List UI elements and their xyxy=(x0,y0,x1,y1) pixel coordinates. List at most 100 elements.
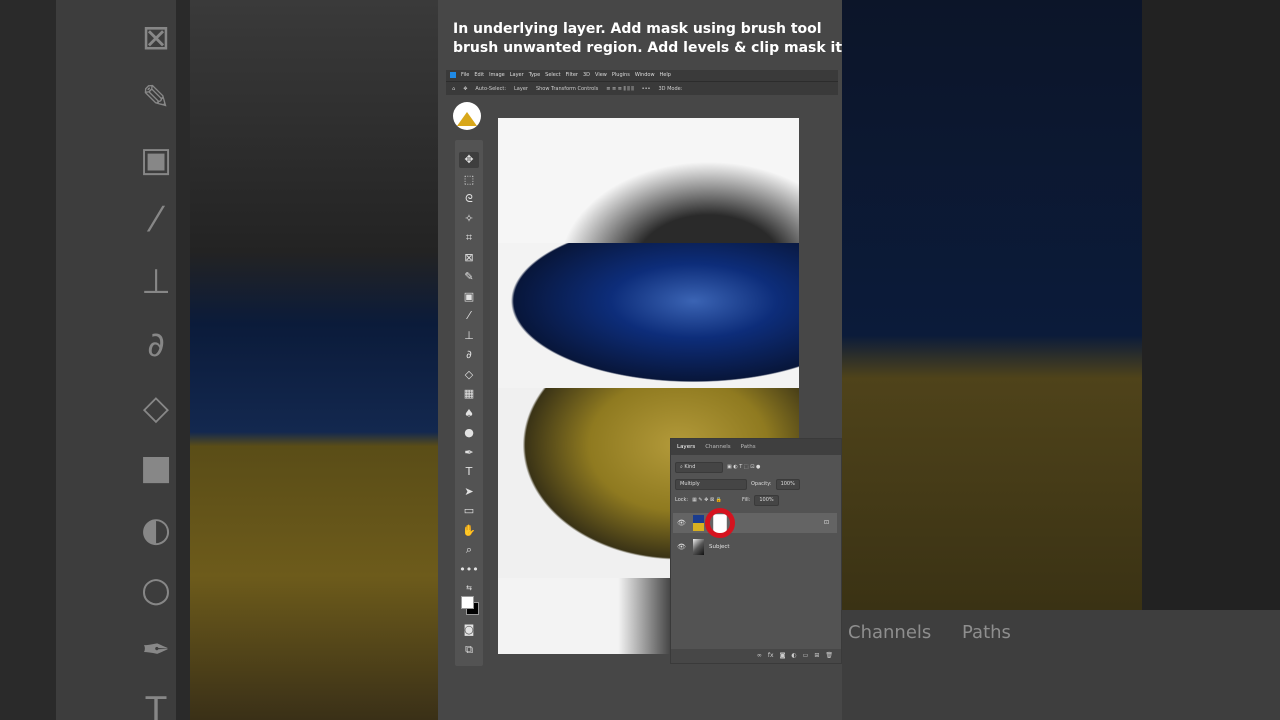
new-group-icon[interactable]: ▭ xyxy=(803,649,809,663)
zoom-icon[interactable]: ⌕ xyxy=(459,542,479,558)
eye-icon[interactable]: 👁 xyxy=(677,537,686,557)
eraser-icon: ◇ xyxy=(142,388,170,428)
healing-icon: ▣ xyxy=(139,140,173,180)
opacity-input[interactable]: 100% xyxy=(775,478,800,490)
blur-icon: ◐ xyxy=(141,510,171,550)
caption-line-2: brush unwanted region. Add levels & clip… xyxy=(453,40,842,56)
layer-row-flag[interactable]: 👁 ⊡ xyxy=(673,508,837,538)
lasso-icon[interactable]: ᘓ xyxy=(459,191,479,207)
layers-panel-tabs: Layers Channels Paths xyxy=(671,439,841,455)
blur-icon[interactable]: ♠ xyxy=(459,406,479,422)
layer-thumbnail xyxy=(693,539,704,555)
more-options-icon[interactable]: ••• xyxy=(642,82,651,95)
adjustment-layer-icon[interactable]: ◐ xyxy=(791,649,796,663)
more-icon[interactable]: ••• xyxy=(459,562,479,578)
auto-select-checkbox[interactable]: Auto-Select: xyxy=(475,82,506,95)
dodge-icon: ○ xyxy=(141,570,171,610)
lock-label: Lock: xyxy=(675,497,689,503)
menu-plugins[interactable]: Plugins xyxy=(612,70,630,81)
frame-icon: ⊠ xyxy=(141,18,171,58)
lock-icons[interactable]: ▦ ✎ ✥ ⊠ 🔒 xyxy=(692,494,722,506)
history-brush-icon: ∂ xyxy=(147,325,165,365)
video-frame: In underlying layer. Add mask using brus… xyxy=(438,0,842,720)
photo-blue-band xyxy=(498,243,799,388)
type-icon: T xyxy=(145,690,167,720)
photoshop-logo-icon xyxy=(450,72,456,78)
background-photo-right xyxy=(842,0,1142,610)
stamp-icon: ⊥ xyxy=(141,262,171,302)
brush-icon[interactable]: ⁄ xyxy=(459,308,479,324)
layer-row-subject[interactable]: 👁 Subject xyxy=(673,537,837,557)
home-icon[interactable]: ⌂ xyxy=(452,82,455,95)
path-select-icon[interactable]: ➤ xyxy=(459,484,479,500)
options-bar: ⌂ ✥ Auto-Select: Layer Show Transform Co… xyxy=(446,81,838,95)
tab-paths[interactable]: Paths xyxy=(741,439,756,455)
marquee-icon[interactable]: ⬚ xyxy=(459,172,479,188)
rectangle-icon[interactable]: ▭ xyxy=(459,503,479,519)
move-icon[interactable]: ✥ xyxy=(459,152,479,168)
highlight-circle xyxy=(705,508,735,538)
gradient-icon[interactable]: ▦ xyxy=(459,386,479,402)
eyedropper-icon: ✎ xyxy=(141,78,171,118)
menu-select[interactable]: Select xyxy=(545,70,560,81)
lock-row: Lock: ▦ ✎ ✥ ⊠ 🔒 Fill: 100% xyxy=(675,494,779,506)
menu-layer[interactable]: Layer xyxy=(510,70,524,81)
photo-hair-top xyxy=(498,118,799,243)
move-tool-icon[interactable]: ✥ xyxy=(463,82,467,95)
menu-view[interactable]: View xyxy=(595,70,607,81)
kind-filter-select[interactable]: ⌕ Kind xyxy=(675,461,723,473)
healing-icon[interactable]: ▣ xyxy=(459,289,479,305)
link-layers-icon[interactable]: ∞ xyxy=(757,649,762,663)
history-brush-icon[interactable]: ∂ xyxy=(459,347,479,363)
menu-bar: File Edit Image Layer Type Select Filter… xyxy=(446,70,838,81)
fill-input[interactable]: 100% xyxy=(754,494,779,506)
menu-image[interactable]: Image xyxy=(489,70,505,81)
eyedropper-icon[interactable]: ✎ xyxy=(459,269,479,285)
dodge-icon[interactable]: ● xyxy=(459,425,479,441)
menu-filter[interactable]: Filter xyxy=(566,70,578,81)
background-toolbar: ⊠ ✎ ▣ ⁄ ⊥ ∂ ◇ ■ ◐ ○ ✒ T xyxy=(56,0,176,720)
stamp-icon[interactable]: ⊥ xyxy=(459,328,479,344)
layers-panel: Layers Channels Paths ⌕ Kind ▣ ◐ T ⬚ ⊡ ●… xyxy=(670,438,842,664)
hand-icon[interactable]: ✋ xyxy=(459,523,479,539)
type-icon[interactable]: T xyxy=(459,464,479,480)
smart-object-icon: ⊡ xyxy=(823,519,829,526)
brush-icon: ⁄ xyxy=(153,200,159,240)
pen-icon[interactable]: ✒ xyxy=(459,445,479,461)
eye-icon[interactable]: 👁 xyxy=(677,513,686,533)
tools-panel: ✥ ⬚ ᘓ ✧ ⌗ ⊠ ✎ ▣ ⁄ ⊥ ∂ ◇ ▦ ♠ ● ✒ T ➤ ▭ ✋ … xyxy=(455,140,483,666)
swap-colors-icon[interactable]: ⇆ xyxy=(459,580,479,596)
auto-select-target[interactable]: Layer xyxy=(514,82,528,95)
layers-panel-footer: ∞ fx ◙ ◐ ▭ ⊞ 🗑 xyxy=(671,649,841,663)
menu-3d[interactable]: 3D xyxy=(583,70,590,81)
fx-icon[interactable]: fx xyxy=(768,649,774,663)
background-tab-paths: Paths xyxy=(962,622,1011,643)
fill-label: Fill: xyxy=(741,497,751,503)
layer-thumbnail xyxy=(693,515,704,531)
quick-mask-icon[interactable]: ◙ xyxy=(459,622,479,638)
pen-icon: ✒ xyxy=(141,630,171,670)
align-icons[interactable]: ≡ ≡ ≡ ⫼ ⫼ ⫼ xyxy=(606,82,633,95)
new-layer-icon[interactable]: ⊞ xyxy=(814,649,819,663)
show-transform-checkbox[interactable]: Show Transform Controls xyxy=(536,82,598,95)
tab-channels[interactable]: Channels xyxy=(705,439,730,455)
quick-select-icon[interactable]: ✧ xyxy=(459,211,479,227)
add-mask-icon[interactable]: ◙ xyxy=(780,649,786,663)
crop-icon[interactable]: ⌗ xyxy=(459,230,479,246)
menu-window[interactable]: Window xyxy=(635,70,655,81)
background-tab-channels: Channels xyxy=(848,622,932,643)
delete-layer-icon[interactable]: 🗑 xyxy=(825,649,833,663)
foreground-color-swatch[interactable] xyxy=(461,596,474,609)
frame-icon[interactable]: ⊠ xyxy=(459,250,479,266)
menu-file[interactable]: File xyxy=(461,70,469,81)
menu-help[interactable]: Help xyxy=(660,70,671,81)
menu-edit[interactable]: Edit xyxy=(474,70,484,81)
menu-type[interactable]: Type xyxy=(529,70,540,81)
tab-layers[interactable]: Layers xyxy=(677,439,695,455)
background-left-zoom: ⊠ ✎ ▣ ⁄ ⊥ ∂ ◇ ■ ◐ ○ ✒ T xyxy=(0,0,438,720)
filter-icons[interactable]: ▣ ◐ T ⬚ ⊡ ● xyxy=(727,461,760,473)
background-right-zoom: Channels Paths xyxy=(842,0,1280,720)
eraser-icon[interactable]: ◇ xyxy=(459,367,479,383)
blend-mode-select[interactable]: Multiply xyxy=(675,478,747,490)
screen-mode-icon[interactable]: ⧉ xyxy=(459,642,479,658)
